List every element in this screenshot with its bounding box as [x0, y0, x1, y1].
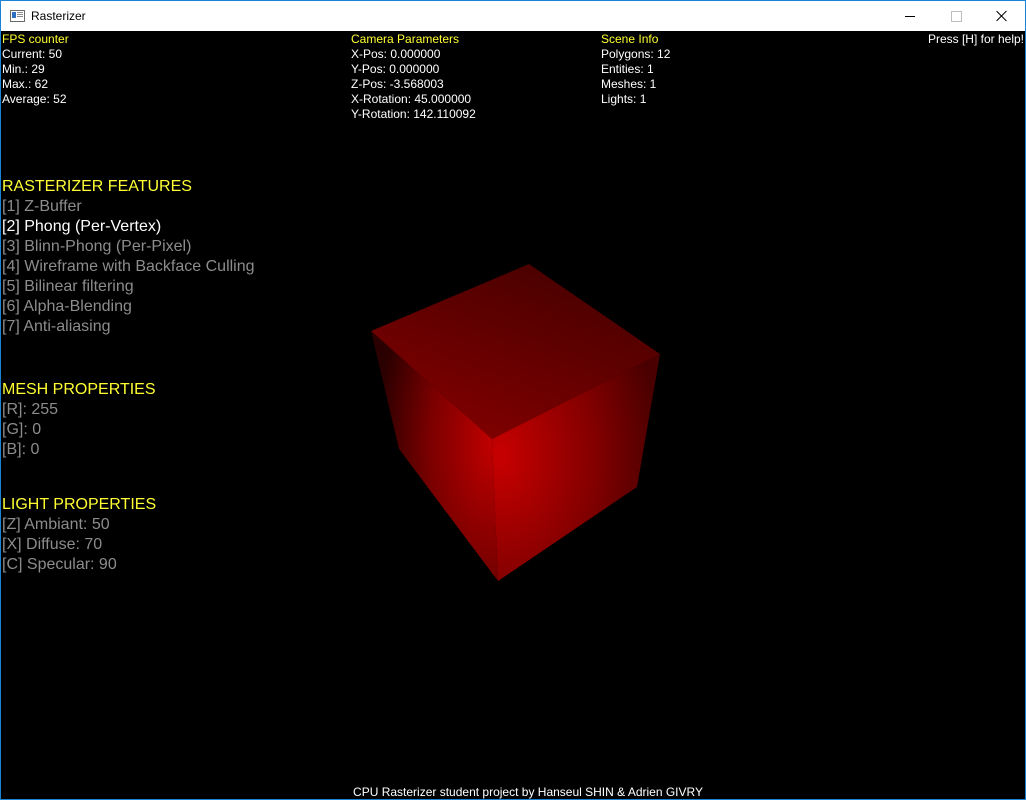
- scene-heading: Scene Info: [601, 32, 659, 46]
- feature-phong[interactable]: [2] Phong (Per-Vertex): [2, 217, 255, 237]
- light-specular[interactable]: [C] Specular: 90: [2, 555, 156, 575]
- scene-meshes: Meshes: 1: [601, 77, 657, 91]
- camera-y-pos: Y-Pos: 0.000000: [351, 62, 440, 76]
- app-window: Rasterizer FPS counter Current: 50 Min.:…: [0, 0, 1026, 800]
- scene-lights: Lights: 1: [601, 92, 647, 106]
- feature-alpha-blending[interactable]: [6] Alpha-Blending: [2, 297, 255, 317]
- fps-current: Current: 50: [2, 47, 63, 61]
- mesh-properties-panel: MESH PROPERTIES [R]: 255 [G]: 0 [B]: 0: [2, 380, 156, 460]
- scene-entities: Entities: 1: [601, 62, 654, 76]
- mesh-green[interactable]: [G]: 0: [2, 420, 156, 440]
- light-heading: LIGHT PROPERTIES: [2, 496, 157, 513]
- maximize-icon: [950, 10, 962, 22]
- scene-info: Scene Info Polygons: 12 Entities: 1 Mesh…: [601, 32, 670, 107]
- camera-parameters: Camera Parameters X-Pos: 0.000000 Y-Pos:…: [351, 32, 476, 122]
- camera-x-pos: X-Pos: 0.000000: [351, 47, 441, 61]
- minimize-button[interactable]: [887, 1, 933, 31]
- rasterizer-features-panel: RASTERIZER FEATURES [1] Z-Buffer [2] Pho…: [2, 177, 255, 337]
- fps-min: Min.: 29: [2, 62, 45, 76]
- feature-blinn-phong[interactable]: [3] Blinn-Phong (Per-Pixel): [2, 237, 255, 257]
- app-window-icon: [10, 10, 25, 22]
- light-diffuse[interactable]: [X] Diffuse: 70: [2, 535, 156, 555]
- help-hint: Press [H] for help!: [927, 32, 1024, 46]
- credits-footer: CPU Rasterizer student project by Hanseu…: [1, 785, 1025, 799]
- feature-bilinear-filtering[interactable]: [5] Bilinear filtering: [2, 277, 255, 297]
- minimize-icon: [905, 15, 915, 17]
- feature-wireframe[interactable]: [4] Wireframe with Backface Culling: [2, 257, 255, 277]
- fps-counter: FPS counter Current: 50 Min.: 29 Max.: 6…: [2, 32, 69, 107]
- feature-anti-aliasing[interactable]: [7] Anti-aliasing: [2, 317, 255, 337]
- scene-polygons: Polygons: 12: [601, 47, 671, 61]
- credits-text: CPU Rasterizer student project by Hanseu…: [353, 785, 703, 799]
- feature-z-buffer[interactable]: [1] Z-Buffer: [2, 197, 255, 217]
- camera-y-rotation: Y-Rotation: 142.110092: [351, 107, 476, 121]
- camera-heading: Camera Parameters: [351, 32, 460, 46]
- mesh-heading: MESH PROPERTIES: [2, 381, 156, 398]
- mesh-blue[interactable]: [B]: 0: [2, 440, 156, 460]
- fps-average: Average: 52: [2, 92, 67, 106]
- title-bar[interactable]: Rasterizer: [1, 1, 1025, 31]
- mesh-red[interactable]: [R]: 255: [2, 400, 156, 420]
- fps-heading: FPS counter: [2, 32, 69, 46]
- features-heading: RASTERIZER FEATURES: [2, 178, 192, 195]
- light-ambiant[interactable]: [Z] Ambiant: 50: [2, 515, 156, 535]
- render-viewport[interactable]: FPS counter Current: 50 Min.: 29 Max.: 6…: [1, 31, 1025, 799]
- close-icon: [996, 10, 1008, 22]
- light-properties-panel: LIGHT PROPERTIES [Z] Ambiant: 50 [X] Dif…: [2, 495, 156, 575]
- maximize-button[interactable]: [933, 1, 979, 31]
- close-button[interactable]: [979, 1, 1025, 31]
- camera-x-rotation: X-Rotation: 45.000000: [351, 92, 472, 106]
- fps-max: Max.: 62: [2, 77, 49, 91]
- window-title: Rasterizer: [31, 9, 86, 23]
- camera-z-pos: Z-Pos: -3.568003: [351, 77, 444, 91]
